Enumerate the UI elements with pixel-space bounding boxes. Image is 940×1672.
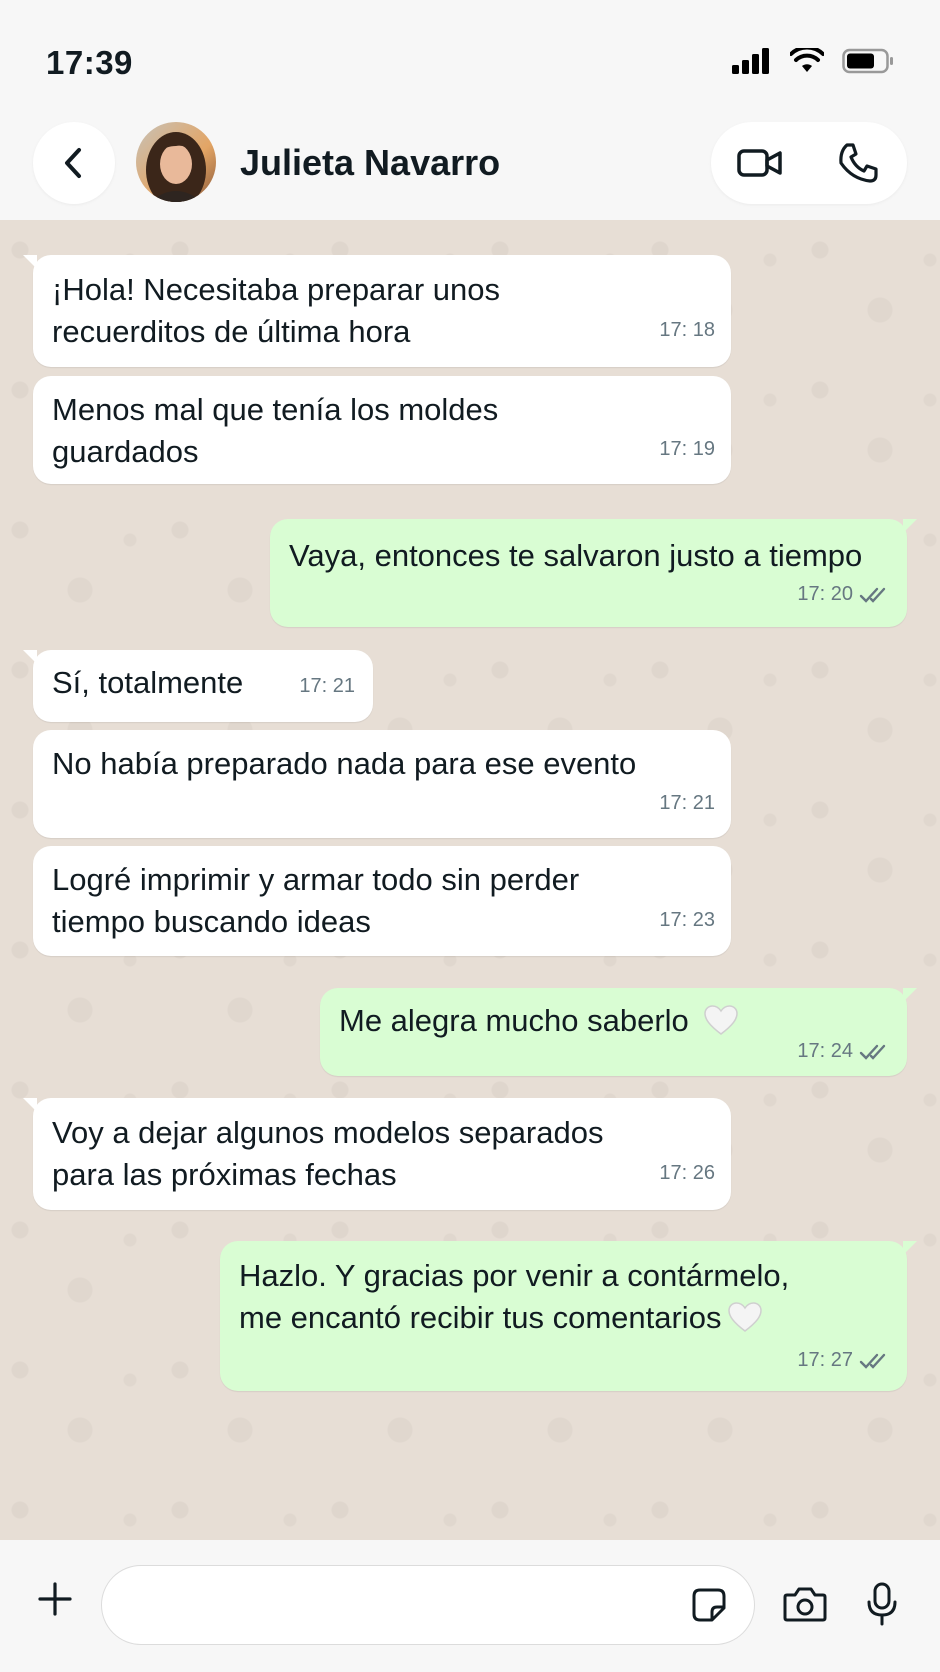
sticker-button[interactable] (684, 1580, 734, 1630)
message-time: 17: 27 (797, 1349, 853, 1371)
double-check-icon (859, 1044, 886, 1060)
call-actions (711, 122, 907, 204)
double-check-icon (859, 587, 886, 603)
voice-call-button[interactable] (828, 133, 888, 193)
phone-icon (839, 143, 878, 183)
contact-name[interactable]: Julieta Navarro (240, 142, 500, 184)
incoming-message[interactable]: ¡Hola! Necesitaba preparar unos recuerdit… (23, 255, 731, 367)
message-time: 17: 24 (797, 1040, 853, 1062)
incoming-message[interactable]: Sí, totalmente 17: 21 (23, 650, 373, 722)
video-call-button[interactable] (730, 133, 790, 193)
message-text: Logré imprimir y armar todo sin perder ti… (52, 862, 580, 939)
message-time: 17: 21 (659, 792, 715, 814)
incoming-message[interactable]: Voy a dejar algunos modelos separados par… (23, 1098, 731, 1210)
message-text: Menos mal que tenía los moldes guardados (52, 392, 499, 469)
wifi-icon (790, 48, 824, 72)
white-heart-icon (704, 1005, 739, 1035)
attach-button[interactable] (28, 1572, 82, 1626)
message-text: Me alegra mucho saberlo (339, 1000, 739, 1042)
double-check-icon (859, 1353, 886, 1369)
message-text: No había preparado nada para ese evento (52, 746, 637, 781)
outgoing-message[interactable]: Me alegra mucho saberlo 17: 24 (320, 988, 917, 1076)
camera-button[interactable] (775, 1574, 835, 1634)
incoming-message[interactable]: Menos mal que tenía los moldes guardados … (33, 376, 731, 484)
message-time: 17: 20 (797, 583, 853, 605)
outgoing-message[interactable]: Vaya, entonces te salvaron justo a tiemp… (270, 519, 917, 627)
message-time: 17: 18 (659, 319, 715, 341)
message-input[interactable] (101, 1565, 755, 1645)
contact-avatar[interactable] (136, 122, 216, 202)
sticker-icon (692, 1588, 726, 1622)
message-time: 17: 26 (659, 1162, 715, 1184)
chat-messages[interactable]: ¡Hola! Necesitaba preparar unos recuerdit… (0, 220, 940, 1540)
message-text: Vaya, entonces te salvaron justo a tiemp… (289, 538, 863, 573)
outgoing-message[interactable]: Hazlo. Y gracias por venir a contármelo,… (220, 1241, 917, 1391)
white-heart-icon (728, 1302, 763, 1332)
message-time: 17: 19 (659, 438, 715, 460)
voice-message-button[interactable] (857, 1572, 907, 1636)
chat-header: Julieta Navarro (0, 110, 940, 220)
message-text: Sí, totalmente (52, 665, 244, 700)
message-time: 17: 21 (299, 675, 355, 697)
message-text: Hazlo. Y gracias por venir a contármelo,… (239, 1258, 790, 1335)
composer-bar (0, 1540, 940, 1672)
status-time: 17:39 (46, 44, 133, 81)
avatar-photo (136, 122, 216, 202)
incoming-message[interactable]: No había preparado nada para ese evento … (33, 730, 731, 838)
video-camera-icon (737, 149, 782, 177)
status-bar: 17:39 (0, 0, 940, 110)
back-button[interactable] (33, 122, 115, 204)
cellular-signal-icon (732, 48, 769, 74)
battery-icon (842, 48, 893, 74)
message-time: 17: 23 (659, 909, 715, 931)
chevron-left-icon (65, 148, 81, 178)
camera-icon (783, 1587, 827, 1622)
incoming-message[interactable]: Logré imprimir y armar todo sin perder ti… (33, 846, 731, 956)
microphone-icon (867, 1582, 897, 1626)
plus-icon (38, 1582, 72, 1616)
message-text: ¡Hola! Necesitaba preparar unos recuerdit… (52, 272, 501, 349)
message-text: Voy a dejar algunos modelos separados par… (52, 1115, 604, 1192)
status-icons (732, 48, 894, 74)
